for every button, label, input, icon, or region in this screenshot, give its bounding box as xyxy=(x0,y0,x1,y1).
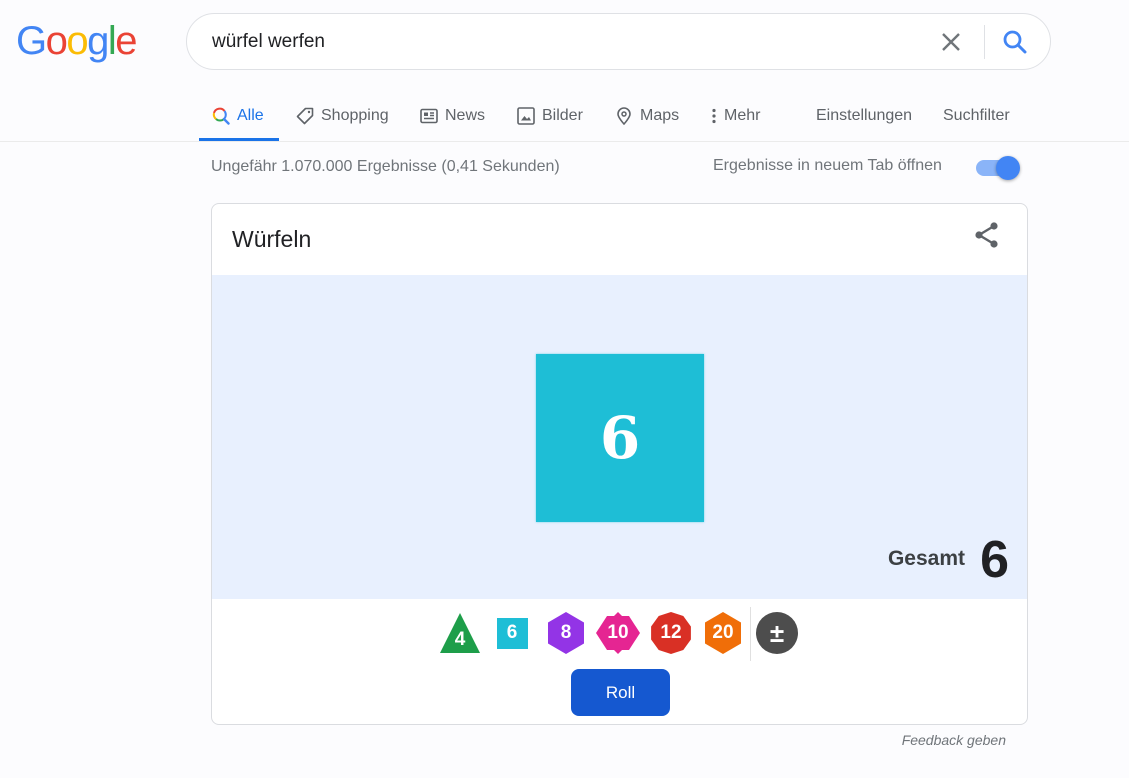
tab-alle[interactable]: Alle xyxy=(199,90,279,141)
settings-link[interactable]: Einstellungen xyxy=(816,90,912,141)
search-button[interactable] xyxy=(1001,28,1029,56)
feedback-link[interactable]: Feedback geben xyxy=(902,732,1006,748)
dice-selector: 4 6 8 10 12 20 ± xyxy=(212,607,1027,661)
d10-label: 10 xyxy=(607,622,629,643)
image-icon xyxy=(517,106,535,125)
logo-letter: o xyxy=(45,19,68,63)
d12-label: 12 xyxy=(660,622,682,643)
tab-maps[interactable]: Maps xyxy=(615,90,679,141)
rolled-die-value: 6 xyxy=(599,404,641,472)
logo-letter: e xyxy=(115,19,137,63)
tab-bilder[interactable]: Bilder xyxy=(517,90,583,141)
search-tabs: Alle Shopping News Bilder Maps Mehr Eins… xyxy=(0,90,1129,142)
logo-letter: o xyxy=(66,19,88,63)
tab-label: Shopping xyxy=(321,106,389,124)
tab-label: Mehr xyxy=(724,106,761,124)
search-box xyxy=(186,13,1051,70)
search-filters-label: Suchfilter xyxy=(943,106,1010,124)
google-logo[interactable]: Google xyxy=(16,18,137,64)
add-d8-button[interactable]: 8 xyxy=(544,611,588,655)
tag-icon xyxy=(296,107,314,124)
add-d12-button[interactable]: 12 xyxy=(649,611,693,655)
total-value: 6 xyxy=(980,531,1009,589)
logo-letter: G xyxy=(16,19,47,63)
d20-label: 20 xyxy=(712,622,734,643)
add-d20-button[interactable]: 20 xyxy=(701,611,745,655)
add-d10-button[interactable]: 10 xyxy=(596,611,640,655)
map-pin-icon xyxy=(617,106,631,125)
search-icon xyxy=(212,107,230,125)
modifier-button[interactable]: ± xyxy=(755,611,799,655)
tab-label: Alle xyxy=(237,106,264,124)
clear-search-button[interactable] xyxy=(939,30,963,54)
roll-button[interactable]: Roll xyxy=(571,669,670,716)
search-divider xyxy=(984,25,985,59)
search-input[interactable] xyxy=(212,14,912,69)
search-icon xyxy=(1003,30,1027,54)
close-icon xyxy=(942,33,960,51)
dice-roller-card: Würfeln 6 Gesamt 6 4 6 8 10 12 20 ± Roll xyxy=(211,203,1028,725)
settings-label: Einstellungen xyxy=(816,106,913,124)
tab-news[interactable]: News xyxy=(420,90,485,141)
tab-shopping[interactable]: Shopping xyxy=(296,90,389,141)
rolled-die-d6: 6 xyxy=(536,354,704,522)
dice-stage: 6 Gesamt 6 xyxy=(212,275,1027,599)
tab-mehr[interactable]: Mehr xyxy=(708,90,760,141)
d8-label: 8 xyxy=(560,622,572,643)
d6-label: 6 xyxy=(506,622,518,643)
share-button[interactable] xyxy=(972,220,1002,250)
tab-label: News xyxy=(445,106,486,124)
card-title: Würfeln xyxy=(232,226,312,252)
d4-label: 4 xyxy=(454,629,466,650)
logo-letter: g xyxy=(87,19,109,63)
total-label: Gesamt xyxy=(887,547,965,570)
new-tab-label: Ergebnisse in neuem Tab öffnen xyxy=(713,157,942,174)
newspaper-icon xyxy=(420,108,438,123)
search-results-page: Google Alle xyxy=(0,0,1129,778)
share-icon xyxy=(975,222,998,248)
tab-label: Bilder xyxy=(542,106,583,124)
modifier-label: ± xyxy=(769,617,785,648)
add-d6-button[interactable]: 6 xyxy=(490,611,534,655)
toggle-thumb[interactable] xyxy=(996,156,1020,180)
search-filters-link[interactable]: Suchfilter xyxy=(943,90,1010,141)
tab-label: Maps xyxy=(640,106,680,124)
result-stats: Ungefähr 1.070.000 Ergebnisse (0,41 Seku… xyxy=(211,158,560,175)
dice-divider xyxy=(750,607,751,661)
add-d4-button[interactable]: 4 xyxy=(438,611,482,655)
more-vert-icon xyxy=(712,108,716,123)
logo-letter: l xyxy=(107,19,117,63)
new-tab-toggle[interactable] xyxy=(976,156,1022,180)
